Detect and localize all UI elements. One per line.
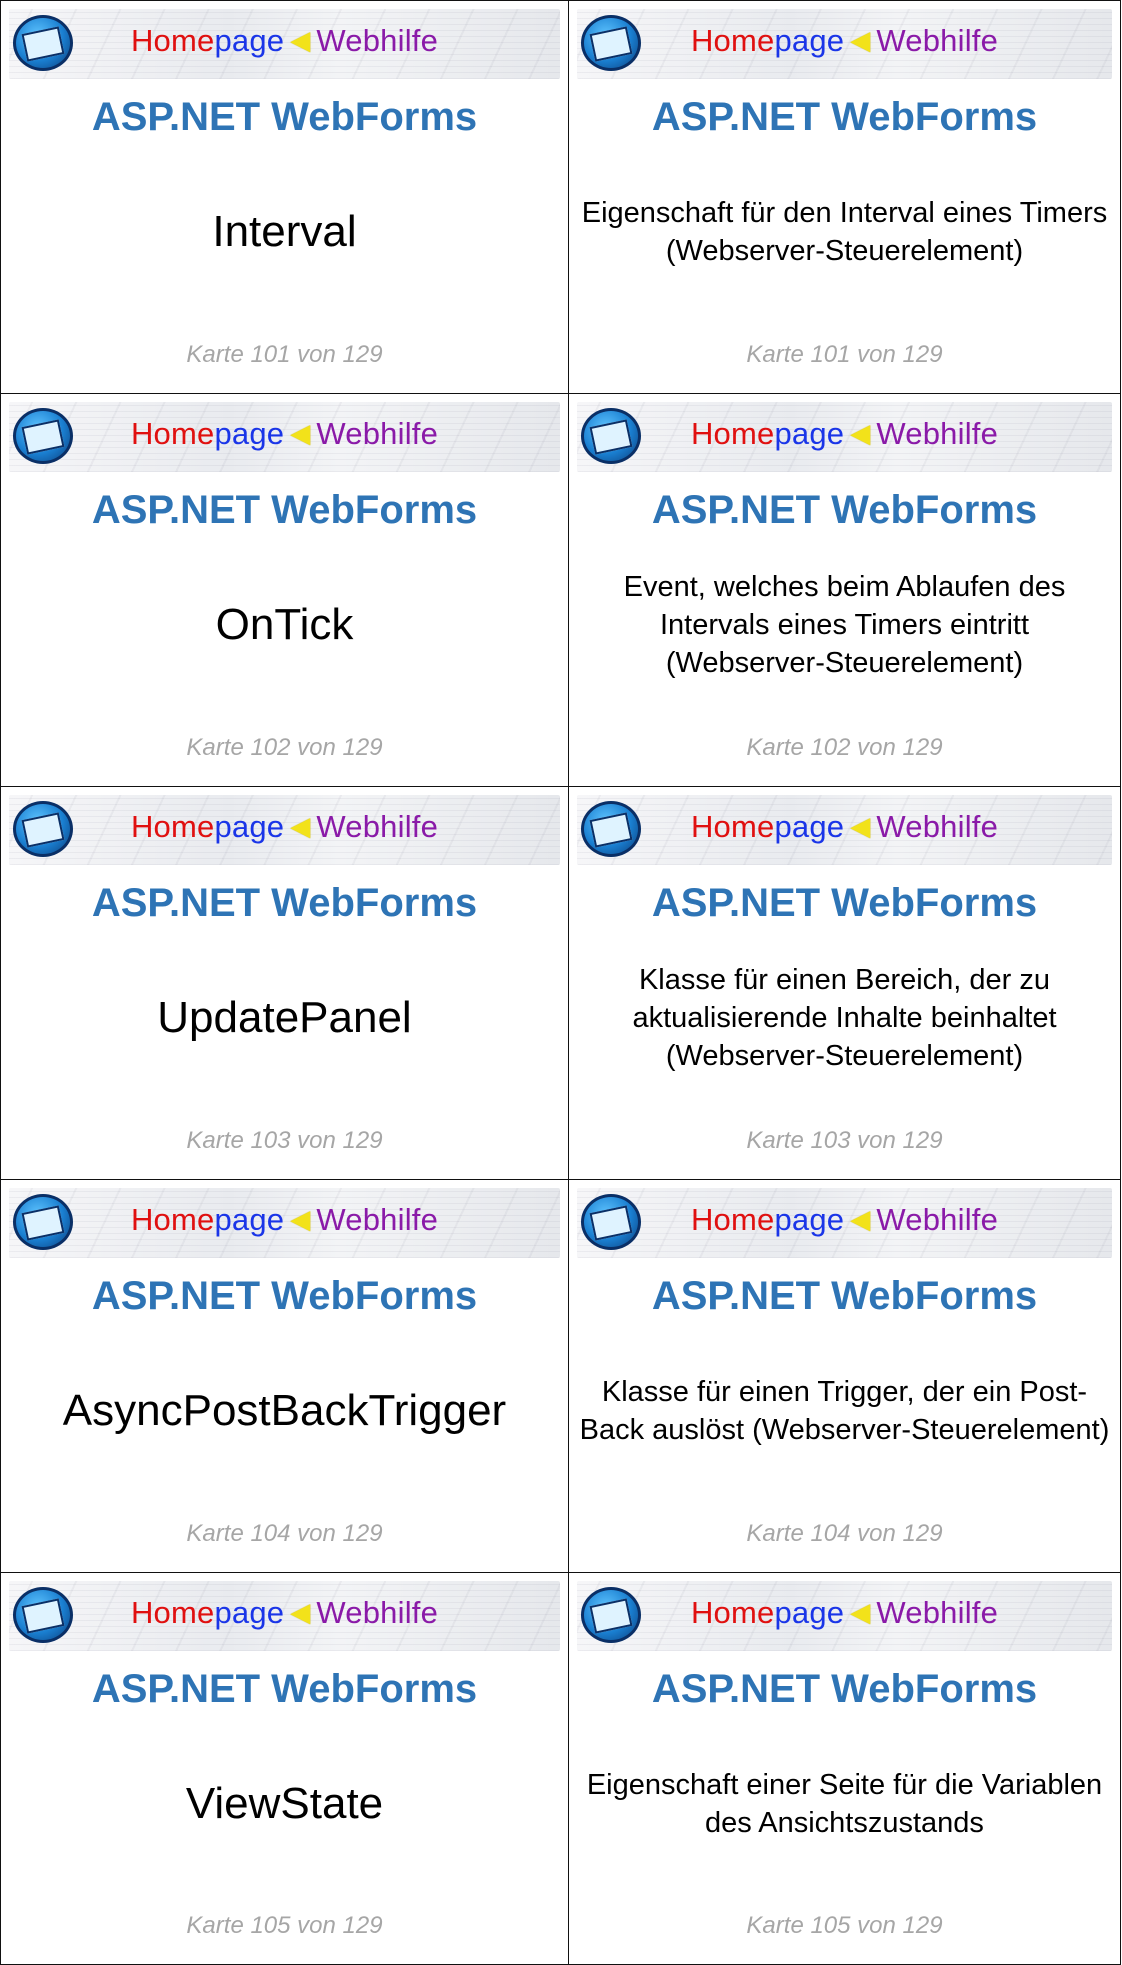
homepage-webhilfe-banner: Homepage ◀ Webhilfe — [9, 9, 560, 79]
flashcard-back: Homepage ◀ Webhilfe ASP.NET WebForms Klass… — [568, 1179, 1121, 1572]
card-description: Event, welches beim Ablaufen des Interva… — [623, 571, 1066, 679]
flashcard-front: Homepage ◀ Webhilfe ASP.NET WebForms OnTic… — [0, 393, 568, 786]
card-title: ASP.NET WebForms — [91, 488, 478, 532]
flashcard-back: Homepage ◀ Webhilfe ASP.NET WebForms Event… — [568, 393, 1121, 786]
card-title: ASP.NET WebForms — [91, 1667, 478, 1711]
homepage-webhilfe-banner: Homepage ◀ Webhilfe — [9, 402, 560, 472]
card-counter: Karte 104 von 129 — [746, 1520, 943, 1547]
flashcard-front: Homepage ◀ Webhilfe ASP.NET WebForms ViewS… — [0, 1572, 568, 1965]
card-title: ASP.NET WebForms — [91, 1274, 478, 1318]
card-counter: Karte 105 von 129 — [186, 1912, 383, 1939]
homepage-webhilfe-banner: Homepage ◀ Webhilfe — [577, 402, 1112, 472]
card-title: ASP.NET WebForms — [651, 881, 1038, 925]
card-term: AsyncPostBackTrigger — [62, 1386, 507, 1435]
card-description: Klasse für einen Trigger, der ein Post-B… — [579, 1376, 1110, 1446]
card-counter: Karte 105 von 129 — [746, 1912, 943, 1939]
arrow-icon: ◀ — [290, 811, 311, 841]
card-counter: Karte 103 von 129 — [746, 1127, 943, 1154]
card-title: ASP.NET WebForms — [91, 95, 478, 139]
card-title: ASP.NET WebForms — [651, 488, 1038, 532]
flashcard-front: Homepage ◀ Webhilfe ASP.NET WebForms Updat… — [0, 786, 568, 1179]
homepage-webhilfe-banner: Homepage ◀ Webhilfe — [577, 1581, 1112, 1651]
card-counter: Karte 104 von 129 — [186, 1520, 383, 1547]
arrow-icon: ◀ — [850, 418, 871, 448]
arrow-icon: ◀ — [850, 1204, 871, 1234]
arrow-icon: ◀ — [290, 1204, 311, 1234]
card-counter: Karte 101 von 129 — [186, 341, 383, 368]
banner-brand: Homepage ◀ Webhilfe — [690, 23, 999, 58]
banner-brand: Homepage ◀ Webhilfe — [690, 809, 999, 844]
homepage-webhilfe-banner: Homepage ◀ Webhilfe — [577, 1188, 1112, 1258]
card-description: Eigenschaft für den Interval eines Timer… — [581, 197, 1108, 267]
arrow-icon: ◀ — [290, 25, 311, 55]
card-term: Interval — [212, 207, 357, 256]
card-counter: Karte 102 von 129 — [186, 734, 383, 761]
card-counter: Karte 102 von 129 — [746, 734, 943, 761]
card-term: OnTick — [215, 600, 354, 649]
flashcard-back: Homepage ◀ Webhilfe ASP.NET WebForms Eigen… — [568, 0, 1121, 393]
card-title: ASP.NET WebForms — [651, 1667, 1038, 1711]
card-description: Eigenschaft einer Seite für die Variable… — [586, 1768, 1103, 1839]
homepage-webhilfe-banner: Homepage ◀ Webhilfe — [9, 1188, 560, 1258]
card-counter: Karte 101 von 129 — [746, 341, 943, 368]
homepage-webhilfe-banner: Homepage ◀ Webhilfe — [577, 9, 1112, 79]
homepage-webhilfe-banner: Homepage ◀ Webhilfe — [9, 1581, 560, 1651]
homepage-webhilfe-banner: Homepage ◀ Webhilfe — [577, 795, 1112, 865]
card-term: UpdatePanel — [157, 993, 412, 1042]
banner-brand: Homepage ◀ Webhilfe — [130, 809, 439, 844]
banner-brand: Homepage ◀ Webhilfe — [690, 416, 999, 451]
card-term: ViewState — [185, 1778, 384, 1828]
banner-brand: Homepage ◀ Webhilfe — [690, 1202, 999, 1237]
arrow-icon: ◀ — [850, 811, 871, 841]
card-title: ASP.NET WebForms — [651, 95, 1038, 139]
arrow-icon: ◀ — [850, 1597, 871, 1627]
flashcard-sheet: Homepage ◀ Webhilfe ASP.NET WebForms Inter… — [0, 0, 1121, 1965]
arrow-icon: ◀ — [290, 1597, 311, 1627]
banner-brand: Homepage ◀ Webhilfe — [130, 23, 439, 58]
banner-brand: Homepage ◀ Webhilfe — [130, 1202, 439, 1237]
banner-brand: Homepage ◀ Webhilfe — [130, 1595, 439, 1630]
card-title: ASP.NET WebForms — [91, 881, 478, 925]
flashcard-front: Homepage ◀ Webhilfe ASP.NET WebForms Inter… — [0, 0, 568, 393]
card-counter: Karte 103 von 129 — [186, 1127, 383, 1154]
arrow-icon: ◀ — [290, 418, 311, 448]
flashcard-back: Homepage ◀ Webhilfe ASP.NET WebForms Eigen… — [568, 1572, 1121, 1965]
banner-brand: Homepage ◀ Webhilfe — [690, 1595, 999, 1630]
card-description: Klasse für einen Bereich, der zu aktuali… — [632, 964, 1057, 1072]
arrow-icon: ◀ — [850, 25, 871, 55]
banner-brand: Homepage ◀ Webhilfe — [130, 416, 439, 451]
flashcard-back: Homepage ◀ Webhilfe ASP.NET WebForms Klass… — [568, 786, 1121, 1179]
flashcard-front: Homepage ◀ Webhilfe ASP.NET WebForms Async… — [0, 1179, 568, 1572]
homepage-webhilfe-banner: Homepage ◀ Webhilfe — [9, 795, 560, 865]
card-title: ASP.NET WebForms — [651, 1274, 1038, 1318]
